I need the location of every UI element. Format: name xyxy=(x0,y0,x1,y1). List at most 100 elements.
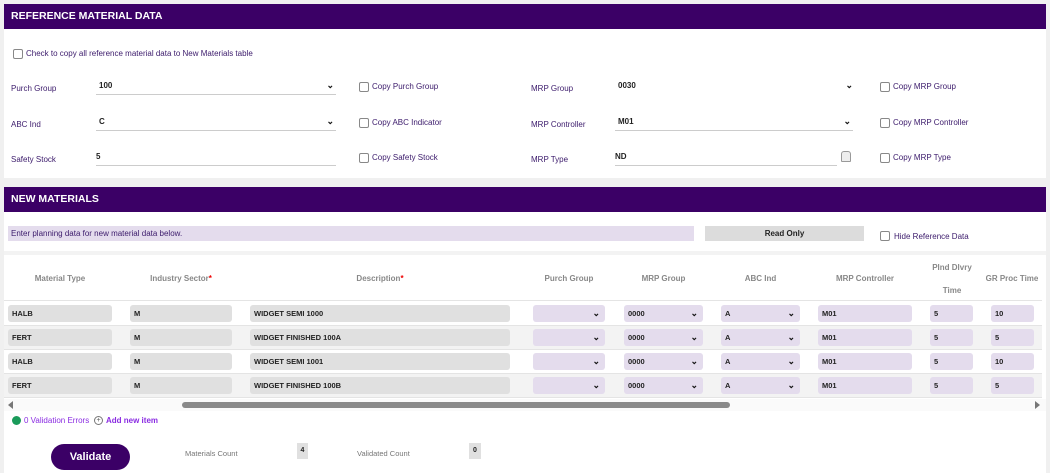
copy-mrp-group-checkbox[interactable] xyxy=(880,82,890,92)
copy-abc-label: Copy ABC Indicator xyxy=(372,118,442,127)
mrp-group-label: MRP Group xyxy=(531,84,574,93)
chevron-down-icon: ⌄ xyxy=(787,332,795,342)
cell-industry-sector: M xyxy=(130,305,232,322)
col-mrp-group: MRP Group xyxy=(641,274,686,283)
copy-purch-group-checkbox[interactable] xyxy=(359,82,369,92)
scroll-thumb[interactable] xyxy=(182,402,730,408)
hide-reference-checkbox[interactable] xyxy=(880,231,890,241)
new-materials-header: NEW MATERIALS xyxy=(4,187,1046,212)
chevron-down-icon: ⌄ xyxy=(326,116,334,126)
divider xyxy=(4,251,1046,255)
cell-mrp-controller[interactable]: M01 xyxy=(818,329,912,346)
col-mrp-controller: MRP Controller xyxy=(835,274,895,283)
col-gr-proc-time: GR Proc Time xyxy=(985,274,1039,283)
col-plnd-dlvry-time: Time xyxy=(942,286,962,295)
cell-gr-proc-time[interactable]: 10 xyxy=(991,305,1034,322)
reference-panel: REFERENCE MATERIAL DATA Check to copy al… xyxy=(4,4,1046,178)
cell-abc-ind[interactable]: A ⌄ xyxy=(721,353,800,370)
purch-group-label: Purch Group xyxy=(11,84,57,93)
cell-industry-sector: M xyxy=(130,377,232,394)
cell-description: WIDGET FINISHED 100B xyxy=(250,377,510,394)
abc-ind-label: ABC Ind xyxy=(11,120,41,129)
copy-abc-checkbox[interactable] xyxy=(359,118,369,128)
cell-plnd-dlvry-time[interactable]: 5 xyxy=(930,305,973,322)
chevron-down-icon: ⌄ xyxy=(787,356,795,366)
cell-mrp-group[interactable]: 0000 ⌄ xyxy=(624,305,703,322)
copy-mrp-controller-checkbox[interactable] xyxy=(880,118,890,128)
safety-stock-input[interactable]: 5 xyxy=(96,152,336,166)
chevron-down-icon: ⌄ xyxy=(690,332,698,342)
cell-mrp-controller[interactable]: M01 xyxy=(818,353,912,370)
cell-plnd-dlvry-time[interactable]: 5 xyxy=(930,329,973,346)
mrp-controller-select[interactable]: M01 ⌄ xyxy=(615,116,853,131)
cell-mrp-controller[interactable]: M01 xyxy=(818,305,912,322)
scroll-left-icon[interactable] xyxy=(8,401,13,409)
chevron-down-icon: ⌄ xyxy=(787,380,795,390)
add-circle-icon[interactable]: + xyxy=(94,416,103,425)
copy-safety-stock-label: Copy Safety Stock xyxy=(372,153,438,162)
cell-description: WIDGET SEMI 1001 xyxy=(250,353,510,370)
scroll-right-icon[interactable] xyxy=(1035,401,1040,409)
chevron-down-icon: ⌄ xyxy=(592,356,600,366)
col-plnd-dlvry: Plnd Dlvry xyxy=(932,263,972,272)
copy-safety-stock-checkbox[interactable] xyxy=(359,153,369,163)
add-new-item-link[interactable]: Add new item xyxy=(106,416,158,425)
col-material-type: Material Type xyxy=(34,274,86,283)
success-icon xyxy=(12,416,21,425)
chevron-down-icon: ⌄ xyxy=(326,80,334,90)
cell-industry-sector: M xyxy=(130,329,232,346)
copy-mrp-group-label: Copy MRP Group xyxy=(893,82,956,91)
copy-all-label: Check to copy all reference material dat… xyxy=(26,49,253,58)
cell-purch-group[interactable]: ⌄ xyxy=(533,377,605,394)
cell-plnd-dlvry-time[interactable]: 5 xyxy=(930,353,973,370)
mrp-group-select[interactable]: 0030 ⌄ xyxy=(615,80,855,95)
cell-purch-group[interactable]: ⌄ xyxy=(533,305,605,322)
col-abc-ind: ABC Ind xyxy=(744,274,777,283)
cell-gr-proc-time[interactable]: 5 xyxy=(991,377,1034,394)
chevron-down-icon: ⌄ xyxy=(592,308,600,318)
cell-mrp-group[interactable]: 0000 ⌄ xyxy=(624,329,703,346)
cell-description: WIDGET FINISHED 100A xyxy=(250,329,510,346)
header-divider xyxy=(4,300,1042,301)
validation-errors-link[interactable]: 0 Validation Errors xyxy=(24,416,89,425)
cell-material-type: HALB xyxy=(8,305,112,322)
abc-ind-select[interactable]: C ⌄ xyxy=(96,116,336,131)
table-row: HALB M WIDGET SEMI 1000 ⌄ 0000 ⌄ A ⌄ M01 5 10 xyxy=(4,302,1042,326)
validated-count-value: 0 xyxy=(469,443,481,459)
value-help-icon[interactable] xyxy=(841,151,851,162)
cell-purch-group[interactable]: ⌄ xyxy=(533,353,605,370)
chevron-down-icon: ⌄ xyxy=(690,308,698,318)
copy-mrp-type-label: Copy MRP Type xyxy=(893,153,951,162)
cell-plnd-dlvry-time[interactable]: 5 xyxy=(930,377,973,394)
cell-material-type: FERT xyxy=(8,377,112,394)
col-purch-group: Purch Group xyxy=(544,274,594,283)
horizontal-scrollbar[interactable] xyxy=(4,399,1046,411)
cell-abc-ind[interactable]: A ⌄ xyxy=(721,305,800,322)
cell-gr-proc-time[interactable]: 5 xyxy=(991,329,1034,346)
chevron-down-icon: ⌄ xyxy=(690,380,698,390)
mrp-type-input[interactable]: ND xyxy=(615,152,837,166)
cell-industry-sector: M xyxy=(130,353,232,370)
copy-mrp-type-checkbox[interactable] xyxy=(880,153,890,163)
validate-button[interactable]: Validate xyxy=(51,444,130,470)
chevron-down-icon: ⌄ xyxy=(845,80,853,90)
col-description: Description* xyxy=(356,274,404,283)
chevron-down-icon: ⌄ xyxy=(592,380,600,390)
cell-purch-group[interactable]: ⌄ xyxy=(533,329,605,346)
cell-mrp-group[interactable]: 0000 ⌄ xyxy=(624,377,703,394)
mrp-controller-label: MRP Controller xyxy=(531,120,586,129)
cell-material-type: FERT xyxy=(8,329,112,346)
cell-gr-proc-time[interactable]: 10 xyxy=(991,353,1034,370)
reference-header: REFERENCE MATERIAL DATA xyxy=(4,4,1046,29)
cell-abc-ind[interactable]: A ⌄ xyxy=(721,329,800,346)
col-industry-sector: Industry Sector* xyxy=(150,274,212,283)
copy-mrp-controller-label: Copy MRP Controller xyxy=(893,118,969,127)
copy-all-checkbox[interactable] xyxy=(13,49,23,59)
cell-mrp-controller[interactable]: M01 xyxy=(818,377,912,394)
cell-abc-ind[interactable]: A ⌄ xyxy=(721,377,800,394)
chevron-down-icon: ⌄ xyxy=(787,308,795,318)
chevron-down-icon: ⌄ xyxy=(843,116,851,126)
purch-group-select[interactable]: 100 ⌄ xyxy=(96,80,336,95)
cell-material-type: HALB xyxy=(8,353,112,370)
cell-mrp-group[interactable]: 0000 ⌄ xyxy=(624,353,703,370)
